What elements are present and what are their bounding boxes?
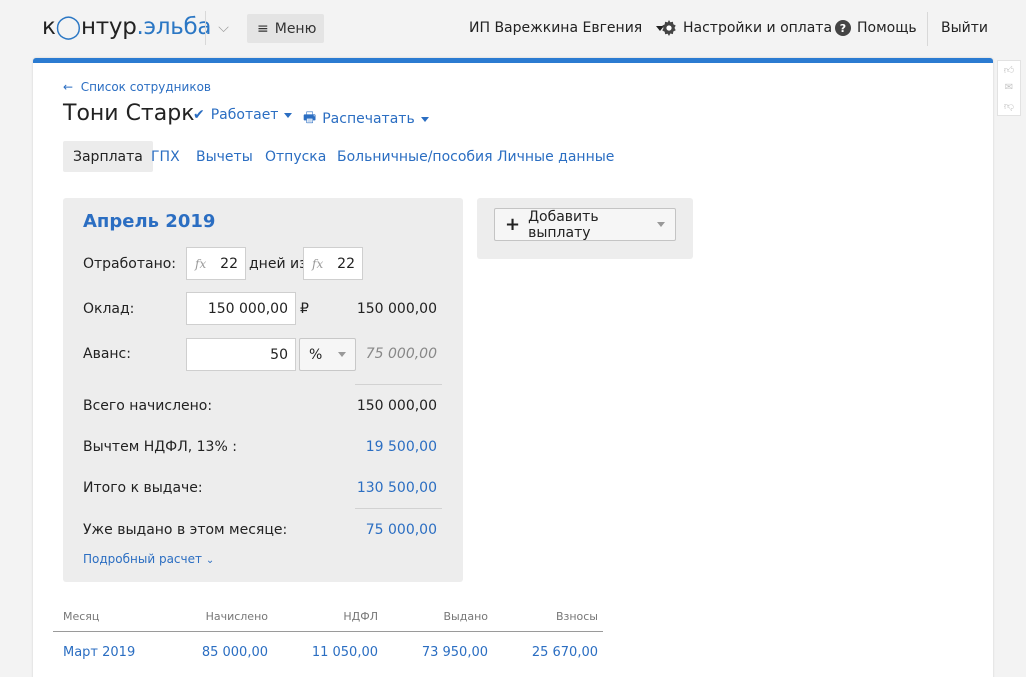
table-cell-paid[interactable]: 73 950,00 — [422, 645, 488, 660]
table-cell-ndfl[interactable]: 11 050,00 — [312, 645, 378, 660]
thumbs-down-icon[interactable]: 👎︎ — [1004, 100, 1014, 112]
logo-cloud-icon: ◯ — [55, 14, 82, 40]
thumbs-up-icon[interactable]: 👍︎ — [1004, 64, 1014, 76]
salary-amount: 150 000,00 — [356, 301, 437, 317]
help-link[interactable]: ? Помощь — [835, 20, 917, 36]
table-header-divider — [53, 631, 603, 632]
caret-down-icon — [338, 352, 346, 357]
tab-vacations[interactable]: Отпуска — [265, 141, 326, 172]
divider — [355, 384, 442, 385]
formula-icon: 𝑓x — [312, 256, 324, 271]
payout-label: Итого к выдаче: — [83, 480, 203, 496]
status-dropdown[interactable]: ✔ Работает — [193, 107, 293, 123]
divider — [355, 508, 442, 509]
feedback-toolbar: 👍︎ ✉ 👎︎ — [997, 60, 1021, 116]
tab-gph[interactable]: ГПХ — [151, 141, 180, 172]
employee-name: Тони Старк — [63, 101, 195, 126]
ndfl-label: Вычтем НДФЛ, 13% : — [83, 439, 237, 455]
gear-icon — [662, 20, 676, 36]
help-icon: ? — [835, 20, 851, 36]
printer-icon: 🖶 — [303, 110, 317, 126]
add-payment-button[interactable]: + Добавить выплату — [494, 208, 676, 241]
logout-link[interactable]: Выйти — [941, 20, 988, 36]
days-of-label: дней из — [249, 256, 307, 272]
paid-label: Уже выдано в этом месяце: — [83, 522, 288, 538]
advance-unit-select[interactable]: % — [299, 338, 356, 371]
company-selector[interactable]: ИП Варежкина Евгения — [469, 20, 665, 36]
total-accrued-label: Всего начислено: — [83, 398, 213, 414]
chevron-down-icon: ⌄ — [205, 555, 215, 566]
mail-icon[interactable]: ✉ — [1005, 82, 1013, 93]
paid-value[interactable]: 75 000,00 — [366, 522, 437, 538]
column-header-paid: Выдано — [443, 610, 489, 623]
table-cell-accrued[interactable]: 85 000,00 — [202, 645, 268, 660]
caret-down-icon — [657, 222, 665, 227]
tab-personal-data[interactable]: Личные данные — [497, 141, 614, 172]
period-title: Апрель 2019 — [83, 211, 216, 232]
worked-label: Отработано: — [83, 256, 177, 272]
tab-sick-leave[interactable]: Больничные/пособия — [337, 141, 493, 172]
payout-value[interactable]: 130 500,00 — [357, 480, 437, 496]
column-header-ndfl: НДФЛ — [343, 610, 378, 623]
column-header-accrued: Начислено — [205, 610, 268, 623]
header-divider — [927, 12, 928, 46]
worked-days-input[interactable]: 𝑓x 22 — [186, 247, 246, 280]
table-cell-contributions[interactable]: 25 670,00 — [532, 645, 598, 660]
advance-label: Аванс: — [83, 346, 131, 362]
column-header-contributions: Взносы — [555, 610, 598, 623]
ndfl-value[interactable]: 19 500,00 — [366, 439, 437, 455]
table-cell-month[interactable]: Март 2019 — [63, 645, 135, 660]
plus-icon: + — [505, 213, 521, 235]
total-accrued-value: 150 000,00 — [356, 398, 437, 414]
caret-down-icon — [284, 112, 293, 118]
tab-salary[interactable]: Зарплата — [63, 141, 153, 172]
formula-icon: 𝑓x — [195, 256, 207, 271]
menu-button[interactable]: ≡ Меню — [247, 14, 324, 43]
check-icon: ✔ — [193, 107, 205, 123]
arrow-left-icon: ← — [63, 80, 74, 94]
logo-dropdown-button[interactable]: ⌵ — [205, 11, 241, 45]
tab-deductions[interactable]: Вычеты — [196, 141, 253, 172]
back-link[interactable]: ← Список сотрудников — [63, 80, 211, 94]
advance-input[interactable]: 50 — [186, 338, 296, 371]
details-link[interactable]: Подробный расчет ⌄ — [83, 552, 214, 566]
settings-link[interactable]: Настройки и оплата — [661, 20, 832, 36]
print-dropdown[interactable]: 🖶 Распечатать — [303, 107, 429, 131]
chevron-down-icon: ⌵ — [218, 20, 229, 36]
total-days-input[interactable]: 𝑓x 22 — [303, 247, 363, 280]
advance-amount: 75 000,00 — [365, 346, 437, 362]
svg-text:?: ? — [840, 22, 846, 35]
column-header-month: Месяц — [63, 610, 100, 623]
logo[interactable]: к◯нтур.эльба — [42, 14, 211, 40]
currency-sign: ₽ — [300, 301, 309, 317]
hamburger-icon: ≡ — [257, 20, 269, 37]
salary-label: Оклад: — [83, 301, 135, 317]
caret-down-icon — [420, 116, 429, 122]
salary-input[interactable]: 150 000,00 — [186, 292, 296, 325]
